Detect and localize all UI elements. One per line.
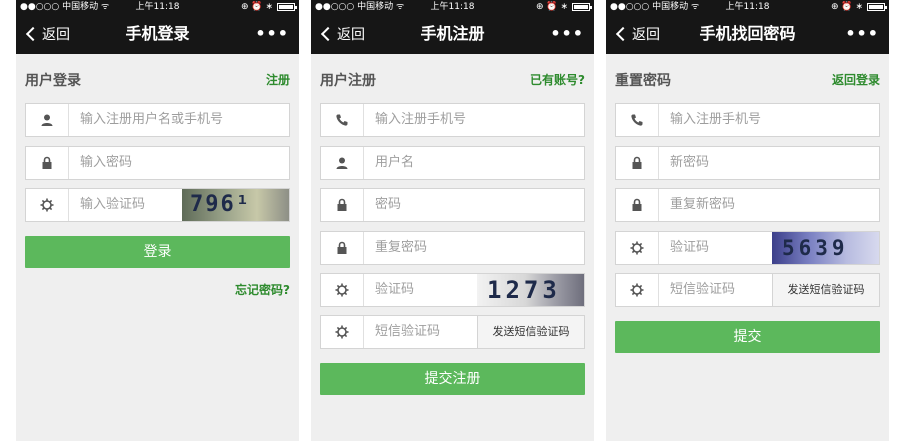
captcha-code: 5639 [782,236,849,260]
password-field[interactable]: 密码 [320,188,585,222]
lock-icon [321,189,364,221]
login-screen: ●●○○○ 中国移动 ᯤ 上午11:18 ⊕ ⏰ ∗ 返回 手机登录 ••• 用… [16,0,299,441]
password-placeholder: 输入密码 [80,155,133,170]
captcha-placeholder: 验证码 [670,240,710,255]
status-bar: ●●○○○ 中国移动 ᯤ 上午11:18 ⊕ ⏰ ∗ [606,0,889,14]
battery-icon [572,3,592,11]
captcha-code: 1273 [487,276,561,304]
captcha-field[interactable]: 验证码 5639 [615,231,880,265]
status-glyphs: ⊕ ⏰ ∗ [830,2,863,12]
gear-icon [616,232,659,264]
phone-icon [321,104,364,136]
phone-placeholder: 输入注册手机号 [670,112,762,127]
username-placeholder: 输入注册用户名或手机号 [80,112,224,127]
captcha-placeholder: 验证码 [375,282,415,297]
repeat-new-password-placeholder: 重复新密码 [670,197,736,212]
phone-field[interactable]: 输入注册手机号 [320,103,585,137]
captcha-image[interactable]: 5639 [772,232,879,264]
phone-field[interactable]: 输入注册手机号 [615,103,880,137]
section-title: 用户注册 [320,73,376,89]
sms-code-placeholder: 短信验证码 [375,324,441,339]
register-link[interactable]: 注册 [266,71,290,88]
user-icon [321,147,364,179]
username-field[interactable]: 输入注册用户名或手机号 [25,103,290,137]
gear-icon [26,189,69,221]
send-sms-button[interactable]: 发送短信验证码 [477,316,584,348]
user-icon [26,104,69,136]
username-placeholder: 用户名 [375,155,415,170]
gear-icon [321,274,364,306]
captcha-image[interactable]: 1273 [477,274,584,306]
phone-icon [616,104,659,136]
new-password-placeholder: 新密码 [670,155,710,170]
forgot-password-link[interactable]: 忘记密码? [235,281,290,298]
status-glyphs: ⊕ ⏰ ∗ [535,2,568,12]
captcha-placeholder: 输入验证码 [80,197,146,212]
lock-icon [26,147,69,179]
nav-bar: 返回 手机注册 ••• [311,14,594,54]
more-menu-button[interactable]: ••• [550,14,584,54]
password-field[interactable]: 输入密码 [25,146,290,180]
login-button[interactable]: 登录 [25,236,290,268]
status-bar: ●●○○○ 中国移动 ᯤ 上午11:18 ⊕ ⏰ ∗ [311,0,594,14]
gear-icon [616,274,659,306]
section-header: 重置密码 返回登录 [615,70,880,89]
status-icons: ⊕ ⏰ ∗ [830,0,887,14]
password-placeholder: 密码 [375,197,402,212]
battery-icon [867,3,887,11]
section-header: 用户注册 已有账号? [320,70,585,89]
captcha-field[interactable]: 验证码 1273 [320,273,585,307]
back-to-login-link[interactable]: 返回登录 [832,71,880,88]
status-icons: ⊕ ⏰ ∗ [535,0,592,14]
send-sms-button[interactable]: 发送短信验证码 [772,274,879,306]
repeat-password-placeholder: 重复密码 [375,240,428,255]
reset-password-screen: ●●○○○ 中国移动 ᯤ 上午11:18 ⊕ ⏰ ∗ 返回 手机找回密码 •••… [606,0,889,441]
register-screen: ●●○○○ 中国移动 ᯤ 上午11:18 ⊕ ⏰ ∗ 返回 手机注册 ••• 用… [311,0,594,441]
captcha-image[interactable]: 796¹ [182,189,289,221]
captcha-code: 796¹ [190,192,251,217]
new-password-field[interactable]: 新密码 [615,146,880,180]
sms-code-field[interactable]: 短信验证码 发送短信验证码 [320,315,585,349]
captcha-field[interactable]: 输入验证码 796¹ [25,188,290,222]
sms-code-field[interactable]: 短信验证码 发送短信验证码 [615,273,880,307]
username-field[interactable]: 用户名 [320,146,585,180]
phone-placeholder: 输入注册手机号 [375,112,467,127]
have-account-link[interactable]: 已有账号? [530,71,585,88]
repeat-new-password-field[interactable]: 重复新密码 [615,188,880,222]
lock-icon [616,147,659,179]
more-menu-button[interactable]: ••• [845,14,879,54]
section-title: 用户登录 [25,73,81,89]
nav-bar: 返回 手机登录 ••• [16,14,299,54]
nav-bar: 返回 手机找回密码 ••• [606,14,889,54]
sms-code-placeholder: 短信验证码 [670,282,736,297]
battery-icon [277,3,297,11]
status-glyphs: ⊕ ⏰ ∗ [240,2,273,12]
lock-icon [616,189,659,221]
status-bar: ●●○○○ 中国移动 ᯤ 上午11:18 ⊕ ⏰ ∗ [16,0,299,14]
status-icons: ⊕ ⏰ ∗ [240,0,297,14]
more-menu-button[interactable]: ••• [255,14,289,54]
gear-icon [321,316,364,348]
repeat-password-field[interactable]: 重复密码 [320,231,585,265]
submit-reset-button[interactable]: 提交 [615,321,880,353]
section-title: 重置密码 [615,73,671,89]
lock-icon [321,232,364,264]
section-header: 用户登录 注册 [25,70,290,89]
submit-register-button[interactable]: 提交注册 [320,363,585,395]
